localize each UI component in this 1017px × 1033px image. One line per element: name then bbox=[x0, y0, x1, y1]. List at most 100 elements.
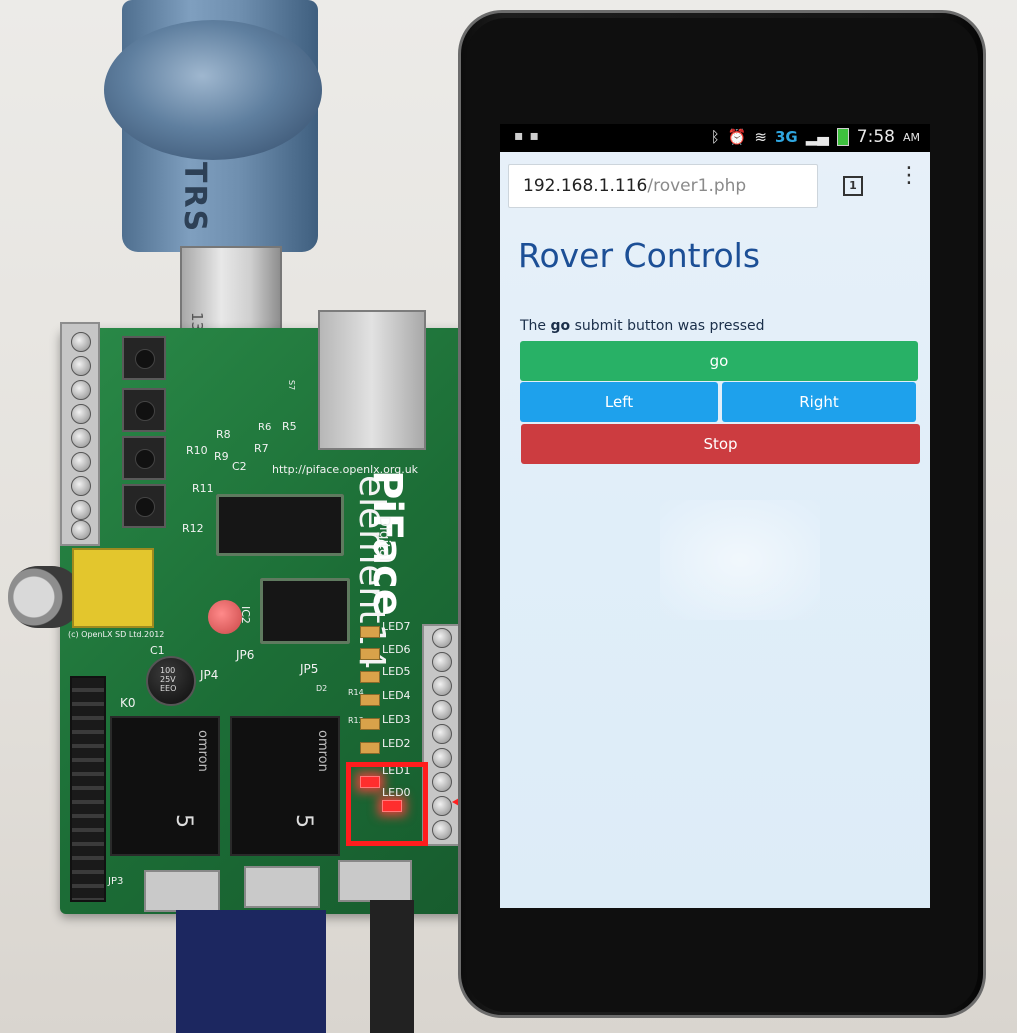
label-k0: K0 bbox=[120, 696, 136, 710]
right-button[interactable]: Right bbox=[722, 382, 916, 422]
stop-button[interactable]: Stop bbox=[521, 424, 920, 464]
usb-dongle-brand: TRS bbox=[177, 162, 212, 234]
power-terminal-block bbox=[338, 860, 412, 902]
status-pressed-button: go bbox=[550, 318, 571, 334]
terminal-screw bbox=[71, 380, 91, 400]
sd-card bbox=[176, 910, 326, 1033]
led-3-label: LED3 bbox=[382, 713, 411, 726]
terminal-screw bbox=[432, 724, 452, 744]
led-6 bbox=[360, 648, 380, 660]
led-5-label: LED5 bbox=[382, 665, 411, 678]
label-jp5: JP5 bbox=[300, 662, 319, 676]
terminal-screw bbox=[432, 796, 452, 816]
terminal-screw bbox=[71, 428, 91, 448]
terminal-screw bbox=[432, 820, 452, 840]
label-r11: R11 bbox=[192, 482, 214, 495]
terminal-screw bbox=[71, 500, 91, 520]
wifi-icon: ≋ bbox=[754, 128, 767, 146]
relay-variant: 5 bbox=[291, 814, 316, 828]
label-r7: R7 bbox=[254, 442, 269, 455]
ic-chip bbox=[260, 578, 350, 644]
led-7 bbox=[360, 626, 380, 638]
terminal-screw bbox=[71, 452, 91, 472]
usb-dongle-cap bbox=[104, 20, 322, 160]
ic-chip bbox=[216, 494, 344, 556]
page-title: Rover Controls bbox=[518, 236, 761, 275]
relay-variant: 5 bbox=[171, 814, 196, 828]
briefcase-icon: ▪ bbox=[529, 128, 545, 144]
push-switch bbox=[122, 336, 166, 380]
label-r10: R10 bbox=[186, 444, 208, 457]
push-switch bbox=[122, 388, 166, 432]
led-2-label: LED2 bbox=[382, 737, 411, 750]
network-type: 3G bbox=[774, 128, 798, 146]
status-prefix: The bbox=[520, 318, 547, 334]
label-r6: R6 bbox=[258, 422, 272, 433]
url-host: 192.168.1.116 bbox=[523, 176, 648, 196]
tab-switcher-button[interactable]: 1 bbox=[843, 176, 863, 196]
relay-terminal-block bbox=[244, 866, 320, 908]
led-highlight-box bbox=[346, 762, 428, 846]
label-jp3: JP3 bbox=[108, 876, 124, 887]
push-switch bbox=[122, 436, 166, 480]
go-button[interactable]: go bbox=[520, 341, 918, 381]
relay-brand: omron bbox=[195, 730, 210, 772]
board-copyright: (c) OpenLX SD Ltd.2012 bbox=[68, 630, 165, 639]
relay-brand: omron bbox=[315, 730, 330, 772]
terminal-screw bbox=[71, 404, 91, 424]
signal-icon: ▂▄ bbox=[805, 128, 829, 146]
label-jp4: JP4 bbox=[200, 668, 219, 682]
terminal-screw bbox=[432, 676, 452, 696]
clock-ampm: AM bbox=[902, 130, 920, 144]
rca-jack bbox=[8, 566, 82, 628]
lock-icon: ▪ bbox=[514, 128, 530, 144]
capacitor-label: 100 25V EEO bbox=[160, 666, 177, 693]
led-4-label: LED4 bbox=[382, 689, 411, 702]
battery-icon bbox=[836, 128, 849, 146]
status-bar: ▪▪ ᛒ ⏰ ≋ 3G ▂▄ 7:58 AM bbox=[500, 124, 930, 152]
rca-yellow-housing bbox=[72, 548, 154, 628]
power-cable bbox=[370, 900, 414, 1033]
relay-terminal-block bbox=[144, 870, 220, 912]
terminal-screw bbox=[71, 520, 91, 540]
status-right: ᛒ ⏰ ≋ 3G ▂▄ 7:58 AM bbox=[711, 127, 920, 147]
label-d2: D2 bbox=[316, 684, 328, 693]
label-r12: R12 bbox=[182, 522, 204, 535]
led-3 bbox=[360, 718, 380, 730]
clock-time: 7:58 bbox=[856, 127, 895, 147]
overflow-menu-icon[interactable]: ⋮ bbox=[898, 165, 920, 187]
terminal-screw bbox=[432, 772, 452, 792]
terminal-screw bbox=[71, 356, 91, 376]
screen-glare bbox=[660, 500, 820, 620]
left-button[interactable]: Left bbox=[520, 382, 718, 422]
status-left-icons: ▪▪ bbox=[514, 128, 545, 144]
label-s7: S7 bbox=[287, 380, 296, 391]
label-r9: R9 bbox=[214, 450, 229, 463]
submit-status-message: The go submit button was pressed bbox=[520, 318, 765, 334]
led-5 bbox=[360, 671, 380, 683]
terminal-screw bbox=[432, 652, 452, 672]
led-7-label: LED7 bbox=[382, 620, 411, 633]
potentiometer bbox=[208, 600, 242, 634]
led-6-label: LED6 bbox=[382, 643, 411, 656]
board-sub-brand: Digital bbox=[376, 516, 392, 562]
terminal-screw bbox=[71, 476, 91, 496]
label-r5: R5 bbox=[282, 420, 297, 433]
status-suffix: submit button was pressed bbox=[574, 318, 765, 334]
gpio-header bbox=[70, 676, 106, 902]
alarm-icon: ⏰ bbox=[727, 128, 747, 146]
label-r8: R8 bbox=[216, 428, 231, 441]
label-jp6: JP6 bbox=[236, 648, 255, 662]
led-2 bbox=[360, 742, 380, 754]
terminal-screw bbox=[71, 332, 91, 352]
label-c2: C2 bbox=[232, 460, 247, 473]
bluetooth-icon: ᛒ bbox=[710, 128, 720, 146]
address-bar[interactable]: 192.168.1.116/rover1.php bbox=[508, 164, 818, 208]
push-switch bbox=[122, 484, 166, 528]
terminal-screw bbox=[432, 748, 452, 768]
url-path: /rover1.php bbox=[647, 176, 747, 196]
led-4 bbox=[360, 694, 380, 706]
label-c1: C1 bbox=[150, 644, 165, 657]
ethernet-port bbox=[318, 310, 426, 450]
terminal-screw bbox=[432, 628, 452, 648]
